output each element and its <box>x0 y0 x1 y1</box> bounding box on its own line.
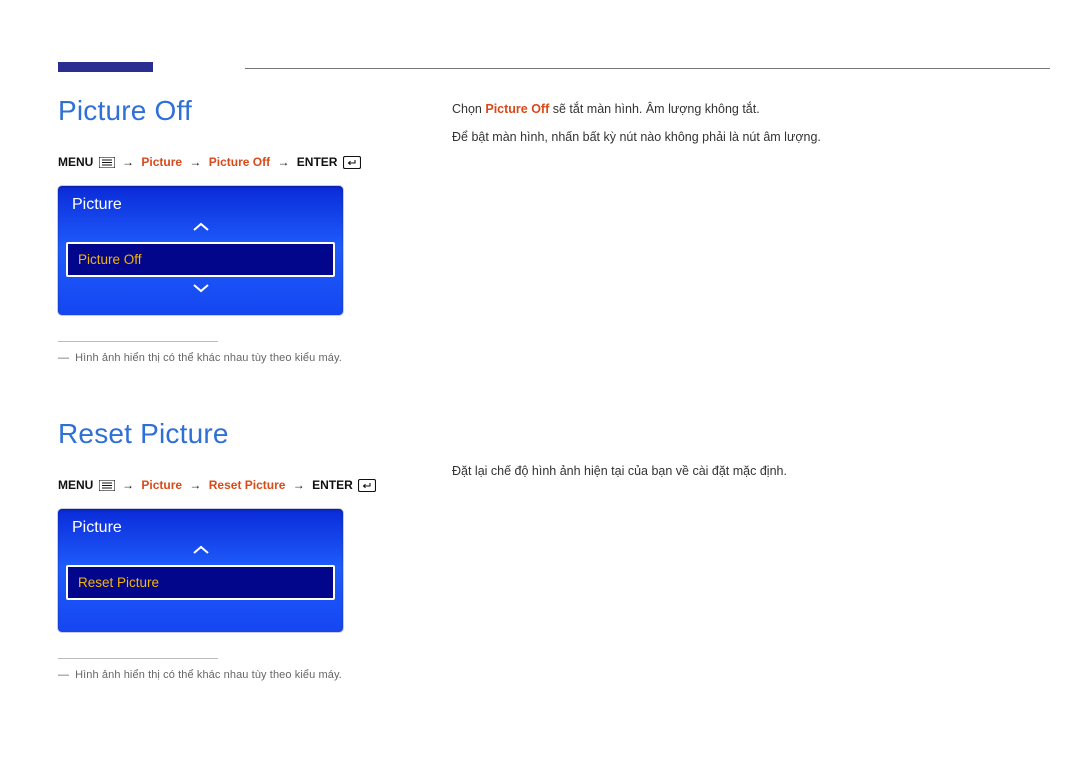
breadcrumb-enter-label: ENTER <box>297 155 338 169</box>
osd-item-reset-picture[interactable]: Reset Picture <box>66 565 335 600</box>
left-column: Picture Off MENU → Picture → Picture Off… <box>58 95 398 681</box>
footnote-rule <box>58 658 218 659</box>
description-line2: Để bật màn hình, nhấn bất kỳ nút nào khô… <box>452 126 1012 150</box>
breadcrumb-menu-label: MENU <box>58 478 93 492</box>
footnote-text: Hình ảnh hiển thị có thể khác nhau tùy t… <box>75 669 342 681</box>
footnote-dash: ― <box>58 352 69 364</box>
enter-icon <box>343 156 361 172</box>
breadcrumb-arrow: → <box>189 155 201 169</box>
osd-scroll-up[interactable] <box>58 543 343 565</box>
desc-post: sẽ tắt màn hình. Âm lượng không tắt. <box>549 102 759 116</box>
description-picture-off: Chọn Picture Off sẽ tắt màn hình. Âm lượ… <box>452 98 1012 150</box>
osd-bottom-spacer <box>58 604 343 632</box>
chevron-down-icon <box>192 281 210 299</box>
footnote-text: Hình ảnh hiển thị có thể khác nhau tùy t… <box>75 352 342 364</box>
footnote-dash: ― <box>58 669 69 681</box>
chevron-up-icon <box>192 220 210 238</box>
menu-icon <box>99 157 115 171</box>
description-text: Đặt lại chế độ hình ảnh hiện tại của bạn… <box>452 460 1012 484</box>
breadcrumb-arrow: → <box>277 155 289 169</box>
osd-panel-reset-picture: Picture Reset Picture <box>58 509 343 632</box>
breadcrumb-step-picture: Picture <box>141 478 182 492</box>
breadcrumb-menu-label: MENU <box>58 155 93 169</box>
menu-icon <box>99 480 115 494</box>
breadcrumb-enter-label: ENTER <box>312 478 353 492</box>
osd-scroll-down[interactable] <box>58 281 343 303</box>
footnote: ― Hình ảnh hiển thị có thể khác nhau tùy … <box>58 669 398 681</box>
breadcrumb-step-reset-picture: Reset Picture <box>209 478 286 492</box>
header-accent-bar <box>58 62 153 72</box>
breadcrumb-arrow: → <box>122 478 134 492</box>
right-column: Chọn Picture Off sẽ tắt màn hình. Âm lượ… <box>452 98 1012 483</box>
description-reset-picture: Đặt lại chế độ hình ảnh hiện tại của bạn… <box>452 460 1012 484</box>
description-line1: Chọn Picture Off sẽ tắt màn hình. Âm lượ… <box>452 98 1012 122</box>
breadcrumb-arrow: → <box>189 478 201 492</box>
breadcrumb-arrow: → <box>122 155 134 169</box>
breadcrumb-step-picture: Picture <box>141 155 182 169</box>
osd-scroll-up[interactable] <box>58 220 343 242</box>
breadcrumb-step-picture-off: Picture Off <box>209 155 270 169</box>
section-picture-off: Picture Off MENU → Picture → Picture Off… <box>58 95 398 364</box>
footnote: ― Hình ảnh hiển thị có thể khác nhau tùy … <box>58 352 398 364</box>
footnote-rule <box>58 341 218 342</box>
osd-panel-picture-off: Picture Picture Off <box>58 186 343 315</box>
header-rule <box>245 68 1050 69</box>
desc-highlight: Picture Off <box>485 102 549 116</box>
osd-item-picture-off[interactable]: Picture Off <box>66 242 335 277</box>
desc-pre: Chọn <box>452 102 485 116</box>
breadcrumb-arrow: → <box>293 478 305 492</box>
section-heading: Reset Picture <box>58 418 398 450</box>
breadcrumb-reset-picture: MENU → Picture → Reset Picture → ENTER <box>58 478 398 495</box>
section-reset-picture: Reset Picture MENU → Picture → Reset Pic… <box>58 418 398 681</box>
enter-icon <box>358 479 376 495</box>
section-heading: Picture Off <box>58 95 398 127</box>
chevron-up-icon <box>192 543 210 561</box>
osd-title: Picture <box>58 186 343 220</box>
osd-title: Picture <box>58 509 343 543</box>
breadcrumb-picture-off: MENU → Picture → Picture Off → ENTER <box>58 155 398 172</box>
